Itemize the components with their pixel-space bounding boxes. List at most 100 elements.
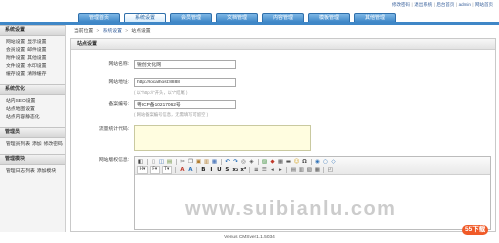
sidebar-link[interactable]: 管理员列表 <box>6 142 30 147</box>
find-icon[interactable]: ◎ <box>240 159 247 166</box>
redo-icon[interactable]: ↷ <box>232 159 239 166</box>
sidebar-link[interactable]: 显示设置 <box>27 40 46 45</box>
paste-text-icon[interactable]: ▥ <box>203 159 210 166</box>
underline-icon[interactable]: U <box>216 167 223 174</box>
top-link[interactable]: 后台首页 <box>436 2 454 7</box>
sidebar-link[interactable]: 管理日志列表 <box>6 169 35 174</box>
source-icon[interactable]: ◧ <box>137 159 144 166</box>
sidebar-link[interactable]: 站点地图设置 <box>6 107 35 112</box>
tab-templates[interactable]: 模板管理 <box>308 13 350 22</box>
undo-icon[interactable]: ↶ <box>224 159 231 166</box>
site-url-input[interactable] <box>134 78 236 87</box>
sidebar-link[interactable]: 缓存设置 <box>6 72 25 77</box>
site-url-hint: ( 以"http://"开头，以"/"结尾 ) <box>134 90 188 95</box>
indent-icon[interactable]: ▸ <box>277 167 284 174</box>
justify-icon[interactable]: ▦ <box>314 167 321 174</box>
sidebar-section-title[interactable]: 管理员 <box>0 127 65 138</box>
image-icon[interactable]: ▨ <box>261 159 268 166</box>
top-link[interactable]: 退出系统 <box>414 2 432 7</box>
stats-code-label: 流量统计代码: <box>98 127 129 132</box>
special-char-icon[interactable]: Ω <box>301 159 308 166</box>
sidebar-section-items: 网站设置 显示设置 会员设置 邮件设置 附件设置 其他设置 文件设置 水印设置 缓存设置 清除缓存 <box>0 36 65 84</box>
sidebar-section-title[interactable]: 管理模块 <box>0 154 65 165</box>
toolbar-separator <box>310 159 312 165</box>
tab-admin-home[interactable]: 管理首页 <box>78 13 120 22</box>
anchor-icon[interactable]: ◇ <box>330 159 337 166</box>
breadcrumb-link-system-settings[interactable]: 系统设置 <box>103 29 122 34</box>
stats-code-textarea[interactable] <box>134 125 311 151</box>
tab-members[interactable]: 会员管理 <box>170 13 212 22</box>
horizontal-rule-icon[interactable]: ▬ <box>285 159 292 166</box>
tab-documents[interactable]: 文档管理 <box>216 13 258 22</box>
align-left-icon[interactable]: ▤ <box>290 167 297 174</box>
site-name-label: 网站名称: <box>108 62 129 67</box>
sidebar-link[interactable]: 添加 <box>32 142 42 147</box>
sidebar-row: 站点地图设置 <box>6 106 65 114</box>
sidebar-link[interactable]: 站内SEO设置 <box>6 99 35 104</box>
copyright-rich-text-editor: ◧ ▯ ◫ ▤ ✂ ❐ ▣ ▥ ▦ ↶ ↷ ◎ ◈ ▨ ◆ ▦ ▬ ☺ Ω ◉ ○ ◇ H▾ F▾ T▾ A A B I U Sx₂ x² ≡… <box>134 156 491 230</box>
top-link[interactable]: admin <box>459 2 471 7</box>
bg-color-icon[interactable]: A <box>187 167 194 174</box>
breadcrumb-prefix: 当前位置 <box>74 29 94 34</box>
cut-icon[interactable]: ✂ <box>179 159 186 166</box>
sidebar-link[interactable]: 修改密码 <box>44 142 63 147</box>
size-dropdown[interactable]: T▾ <box>161 166 172 174</box>
subscript-icon[interactable]: x₂ <box>232 167 239 174</box>
tab-system-settings[interactable]: 系统设置 <box>124 13 166 22</box>
icp-hint: ( 网站备案编号信息，无需填写可留空 ) <box>134 112 208 117</box>
new-page-icon[interactable]: ▯ <box>150 159 157 166</box>
maximize-icon[interactable]: ◰ <box>327 167 334 174</box>
align-right-icon[interactable]: ▧ <box>306 167 313 174</box>
link-icon[interactable]: ◉ <box>314 159 321 166</box>
sidebar-row: 管理员列表 添加 修改密码 <box>6 141 65 149</box>
outdent-icon[interactable]: ◂ <box>269 167 276 174</box>
editor-content-area[interactable] <box>135 175 490 229</box>
text-color-icon[interactable]: A <box>179 167 186 174</box>
toolbar-separator <box>175 159 177 165</box>
paste-icon[interactable]: ▣ <box>195 159 202 166</box>
icp-input[interactable] <box>134 100 236 109</box>
sidebar-link[interactable]: 添加模块 <box>37 169 56 174</box>
editor-toolbar-row2: H▾ F▾ T▾ A A B I U Sx₂ x² ≡ ☰ ◂ ▸ ▤ ▥ ▧ ▦ ◰ <box>137 166 488 174</box>
sidebar-link[interactable]: 会员设置 <box>6 48 25 53</box>
sidebar-link[interactable]: 水印设置 <box>27 64 46 69</box>
sidebar-link[interactable]: 站点内容静态化 <box>6 115 40 120</box>
smiley-icon[interactable]: ☺ <box>293 159 300 166</box>
copy-icon[interactable]: ❐ <box>187 159 194 166</box>
top-link[interactable]: 修改密码 <box>392 2 410 7</box>
replace-icon[interactable]: ◈ <box>248 159 255 166</box>
sidebar-link[interactable]: 附件设置 <box>6 56 25 61</box>
sidebar-section-title[interactable]: 系统设置 <box>0 25 65 36</box>
format-dropdown[interactable]: H▾ <box>137 166 148 174</box>
table-icon[interactable]: ▦ <box>277 159 284 166</box>
template-icon[interactable]: ▤ <box>166 159 173 166</box>
strike-icon[interactable]: S <box>224 167 231 174</box>
sidebar-section-items: 站内SEO设置 站点地图设置 站点内容静态化 <box>0 95 65 127</box>
sidebar-row: 附件设置 其他设置 <box>6 55 65 63</box>
font-dropdown[interactable]: F▾ <box>149 166 160 174</box>
paste-word-icon[interactable]: ▦ <box>211 159 218 166</box>
top-links-separator: | <box>472 2 474 7</box>
top-link[interactable]: 网站首页 <box>475 2 493 7</box>
footer-version: Venus CMSver1.1.5034 <box>224 235 275 240</box>
sidebar-link[interactable]: 文件设置 <box>6 64 25 69</box>
sidebar-section-title[interactable]: 系统优化 <box>0 84 65 95</box>
sidebar-link[interactable]: 邮件设置 <box>27 48 46 53</box>
numbered-list-icon[interactable]: ≡ <box>253 167 260 174</box>
sidebar-link[interactable]: 清除缓存 <box>27 72 46 77</box>
copyright-label: 网站版权信息: <box>98 158 129 163</box>
breadcrumb-separator: > <box>125 29 129 34</box>
superscript-icon[interactable]: x² <box>240 167 247 174</box>
tab-other[interactable]: 其他管理 <box>354 13 396 22</box>
site-name-input[interactable] <box>134 60 236 69</box>
tab-content[interactable]: 内容管理 <box>262 13 304 22</box>
bullet-list-icon[interactable]: ☰ <box>261 167 268 174</box>
italic-icon[interactable]: I <box>208 167 215 174</box>
align-center-icon[interactable]: ▥ <box>298 167 305 174</box>
sidebar-link[interactable]: 网站设置 <box>6 40 25 45</box>
preview-icon[interactable]: ◫ <box>158 159 165 166</box>
sidebar-link[interactable]: 其他设置 <box>27 56 46 61</box>
bold-icon[interactable]: B <box>200 167 207 174</box>
unlink-icon[interactable]: ○ <box>322 159 329 166</box>
flash-icon[interactable]: ◆ <box>269 159 276 166</box>
